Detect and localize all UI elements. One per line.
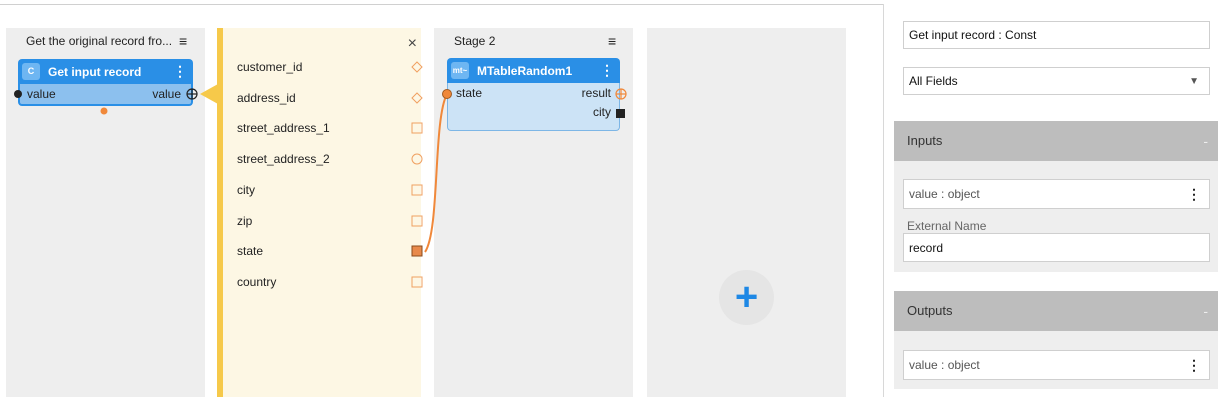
field-label: state [237, 244, 264, 259]
stage-2-menu-icon[interactable]: ≡ [608, 34, 616, 48]
field-row[interactable]: city [237, 181, 423, 201]
square-port-icon[interactable] [411, 215, 423, 227]
inputs-section-body: value : object ⋮ External Name record [894, 161, 1218, 272]
field-row[interactable]: country [237, 273, 423, 293]
outputs-header-label: Outputs [907, 303, 953, 318]
mtable-random-node[interactable]: mt~ MTableRandom1 ⋮ state result city [447, 58, 620, 131]
mtable-badge-icon: mt~ [451, 62, 469, 79]
chevron-down-icon: ▼ [1189, 76, 1199, 87]
collapse-icon[interactable]: - [1203, 291, 1208, 331]
square-port-icon[interactable] [411, 184, 423, 196]
node-title-field[interactable]: Get input record : Const [903, 21, 1210, 49]
stage-1-title: Get the original record fro... [26, 34, 173, 48]
field-label: address_id [237, 90, 296, 105]
kebab-icon[interactable]: ⋮ [1187, 351, 1201, 380]
node-kebab-icon[interactable]: ⋮ [173, 63, 187, 79]
field-label: customer_id [237, 60, 303, 74]
circle-port-icon[interactable] [411, 153, 423, 165]
field-label: zip [237, 213, 253, 228]
fields-select-value: All Fields [909, 74, 958, 88]
field-label: city [237, 182, 255, 197]
diamond-port-icon[interactable] [411, 91, 423, 104]
square-port-filled-icon[interactable] [411, 245, 423, 257]
node-title: MTableRandom1 [477, 64, 573, 78]
add-stage-button[interactable]: + [719, 270, 774, 325]
stage-1-column: Get the original record fro... ≡ C Get i… [6, 28, 205, 397]
node-header[interactable]: mt~ MTableRandom1 ⋮ [447, 58, 620, 83]
inputs-section-header[interactable]: Inputs - [894, 121, 1218, 161]
square-port-icon[interactable] [411, 122, 423, 134]
output-port-label-city: city [593, 105, 611, 119]
const-badge-icon: C [22, 63, 40, 80]
output-port-label-result: result [581, 86, 611, 100]
outputs-section-header[interactable]: Outputs - [894, 291, 1218, 331]
input-param-label: value : object [909, 187, 980, 201]
input-param-field[interactable]: value : object ⋮ [903, 179, 1210, 209]
collapse-icon[interactable]: - [1203, 121, 1208, 161]
field-row[interactable]: address_id [237, 89, 423, 109]
kebab-icon[interactable]: ⋮ [1187, 180, 1201, 209]
inputs-header-label: Inputs [907, 133, 943, 148]
input-port-label: state [456, 86, 483, 100]
field-row[interactable]: state [237, 242, 423, 262]
close-icon[interactable]: × [408, 35, 417, 53]
output-param-label: value : object [909, 358, 980, 372]
input-port-label: value [27, 87, 56, 101]
field-row[interactable]: street_address_1 [237, 119, 423, 139]
external-name-input[interactable]: record [903, 233, 1210, 262]
square-port-icon[interactable] [411, 276, 423, 288]
field-row[interactable]: customer_id [237, 58, 423, 78]
field-row[interactable]: zip [237, 212, 423, 232]
node-ports: value value [18, 84, 193, 106]
outputs-section-body: value : object ⋮ [894, 331, 1218, 389]
field-label: street_address_1 [237, 121, 330, 136]
output-param-field[interactable]: value : object ⋮ [903, 350, 1210, 380]
node-kebab-icon[interactable]: ⋮ [600, 62, 614, 78]
node-header[interactable]: C Get input record ⋮ [18, 59, 193, 84]
output-port-label: value [152, 87, 181, 101]
node-title: Get input record [48, 65, 142, 79]
get-input-record-node[interactable]: C Get input record ⋮ value value [18, 59, 193, 106]
field-row[interactable]: street_address_2 [237, 150, 423, 170]
node-ports: state result city [447, 83, 620, 131]
stage-2-title: Stage 2 [454, 34, 496, 48]
add-stage-column: + [647, 28, 846, 397]
field-label: country [237, 274, 277, 289]
stage-1-menu-icon[interactable]: ≡ [179, 34, 187, 48]
diamond-port-icon[interactable] [411, 61, 423, 73]
external-name-label: External Name [907, 219, 987, 233]
stage-2-column: Stage 2 ≡ mt~ MTableRandom1 ⋮ state resu… [434, 28, 633, 397]
field-list-panel: × customer_id address_id street_address_1s… [217, 28, 423, 397]
field-label: street_address_2 [237, 152, 330, 167]
properties-panel: Get input record : Const All Fields ▼ In… [883, 4, 1219, 397]
fields-select[interactable]: All Fields ▼ [903, 67, 1210, 95]
